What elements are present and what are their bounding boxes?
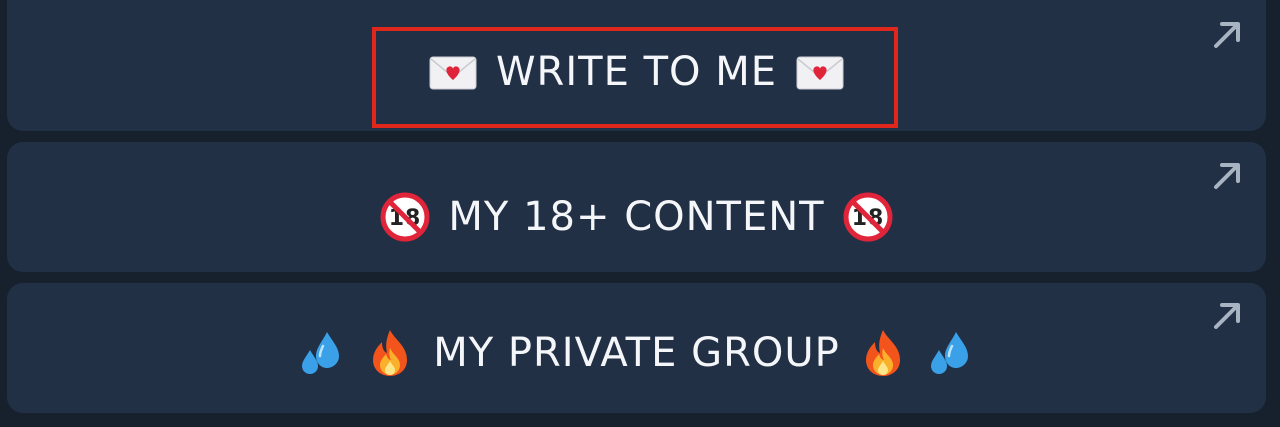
button-label: MY 18+ CONTENT (448, 194, 825, 240)
inline-keyboard: WRITE TO ME 18 (0, 0, 1280, 427)
my-18-content-button[interactable]: 18 MY 18+ CONTENT 18 (7, 142, 1266, 272)
fire-icon (858, 328, 908, 378)
button-label: MY PRIVATE GROUP (433, 330, 840, 376)
sweat-droplets-icon (926, 328, 976, 378)
button-label: WRITE TO ME (496, 48, 777, 95)
open-link-arrow-icon (1210, 299, 1244, 333)
no-one-under-eighteen-icon: 18 (843, 192, 893, 242)
love-letter-icon (428, 47, 478, 97)
button-label-group: 18 MY 18+ CONTENT 18 (380, 192, 893, 242)
sweat-droplets-icon (297, 328, 347, 378)
button-label-group: WRITE TO ME (428, 47, 845, 97)
write-to-me-button[interactable]: WRITE TO ME (7, 0, 1266, 131)
open-link-arrow-icon (1210, 159, 1244, 193)
open-link-arrow-icon (1210, 18, 1244, 52)
button-label-group: MY PRIVATE GROUP (297, 328, 976, 378)
love-letter-icon (795, 47, 845, 97)
fire-icon (365, 328, 415, 378)
no-one-under-eighteen-icon: 18 (380, 192, 430, 242)
my-private-group-button[interactable]: MY PRIVATE GROUP (7, 283, 1266, 413)
